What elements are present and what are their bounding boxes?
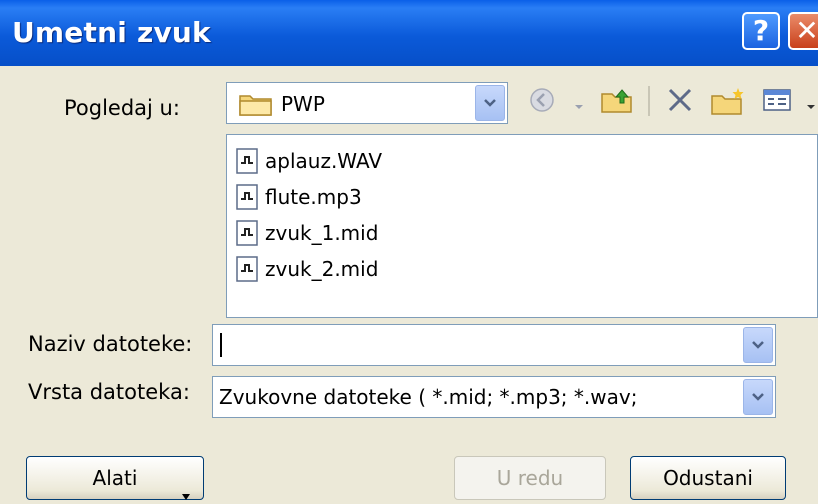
lookin-label: Pogledaj u: (64, 96, 180, 120)
sound-file-icon (235, 148, 259, 174)
insert-sound-dialog: Umetni zvuk ? ✕ Pogledaj u: PWP aplauz.W… (0, 0, 818, 504)
new-folder-icon[interactable] (710, 86, 746, 120)
lookin-dropdown[interactable]: PWP (226, 82, 508, 124)
dialog-title: Umetni zvuk (12, 16, 211, 49)
file-name: zvuk_2.mid (265, 257, 379, 281)
back-dropdown-icon[interactable] (574, 96, 584, 115)
chevron-down-icon[interactable] (475, 85, 505, 121)
help-button[interactable]: ? (742, 12, 780, 50)
filetype-dropdown[interactable]: Zvukovne datoteke ( *.mid; *.mp3; *.wav; (212, 376, 776, 418)
title-bar[interactable]: Umetni zvuk ? ✕ (0, 0, 818, 66)
views-icon[interactable] (762, 86, 792, 118)
views-dropdown-icon[interactable] (806, 96, 816, 115)
file-item[interactable]: flute.mp3 (235, 183, 362, 211)
sound-file-icon (235, 184, 259, 210)
file-name: flute.mp3 (265, 185, 362, 209)
separator (648, 86, 650, 116)
tools-button[interactable]: Alati (26, 456, 204, 500)
file-item[interactable]: aplauz.WAV (235, 147, 382, 175)
close-button[interactable]: ✕ (788, 12, 818, 50)
file-name: zvuk_1.mid (265, 221, 379, 245)
cancel-button[interactable]: Odustani (630, 456, 786, 500)
filename-input[interactable] (212, 324, 776, 366)
chevron-down-icon[interactable] (743, 327, 773, 363)
sound-file-icon (235, 256, 259, 282)
back-icon[interactable] (528, 86, 556, 118)
caret-down-icon (181, 473, 191, 504)
chevron-down-icon[interactable] (743, 379, 773, 415)
sound-file-icon (235, 220, 259, 246)
file-item[interactable]: zvuk_1.mid (235, 219, 378, 247)
filetype-label: Vrsta datoteka: (28, 380, 190, 404)
filetype-value: Zvukovne datoteke ( *.mid; *.mp3; *.wav; (219, 385, 638, 409)
filename-label: Naziv datoteke: (28, 332, 193, 356)
file-item[interactable]: zvuk_2.mid (235, 255, 378, 283)
file-list[interactable]: aplauz.WAV flute.mp3 zvuk_1.mid zvuk_2.m… (226, 134, 818, 318)
folder-icon (239, 92, 273, 120)
delete-icon[interactable] (666, 86, 694, 118)
up-folder-icon[interactable] (600, 86, 634, 118)
file-name: aplauz.WAV (265, 149, 383, 173)
lookin-value: PWP (281, 92, 325, 116)
ok-button[interactable]: U redu (454, 456, 606, 500)
tools-button-label: Alati (92, 466, 138, 490)
text-cursor (220, 333, 222, 357)
